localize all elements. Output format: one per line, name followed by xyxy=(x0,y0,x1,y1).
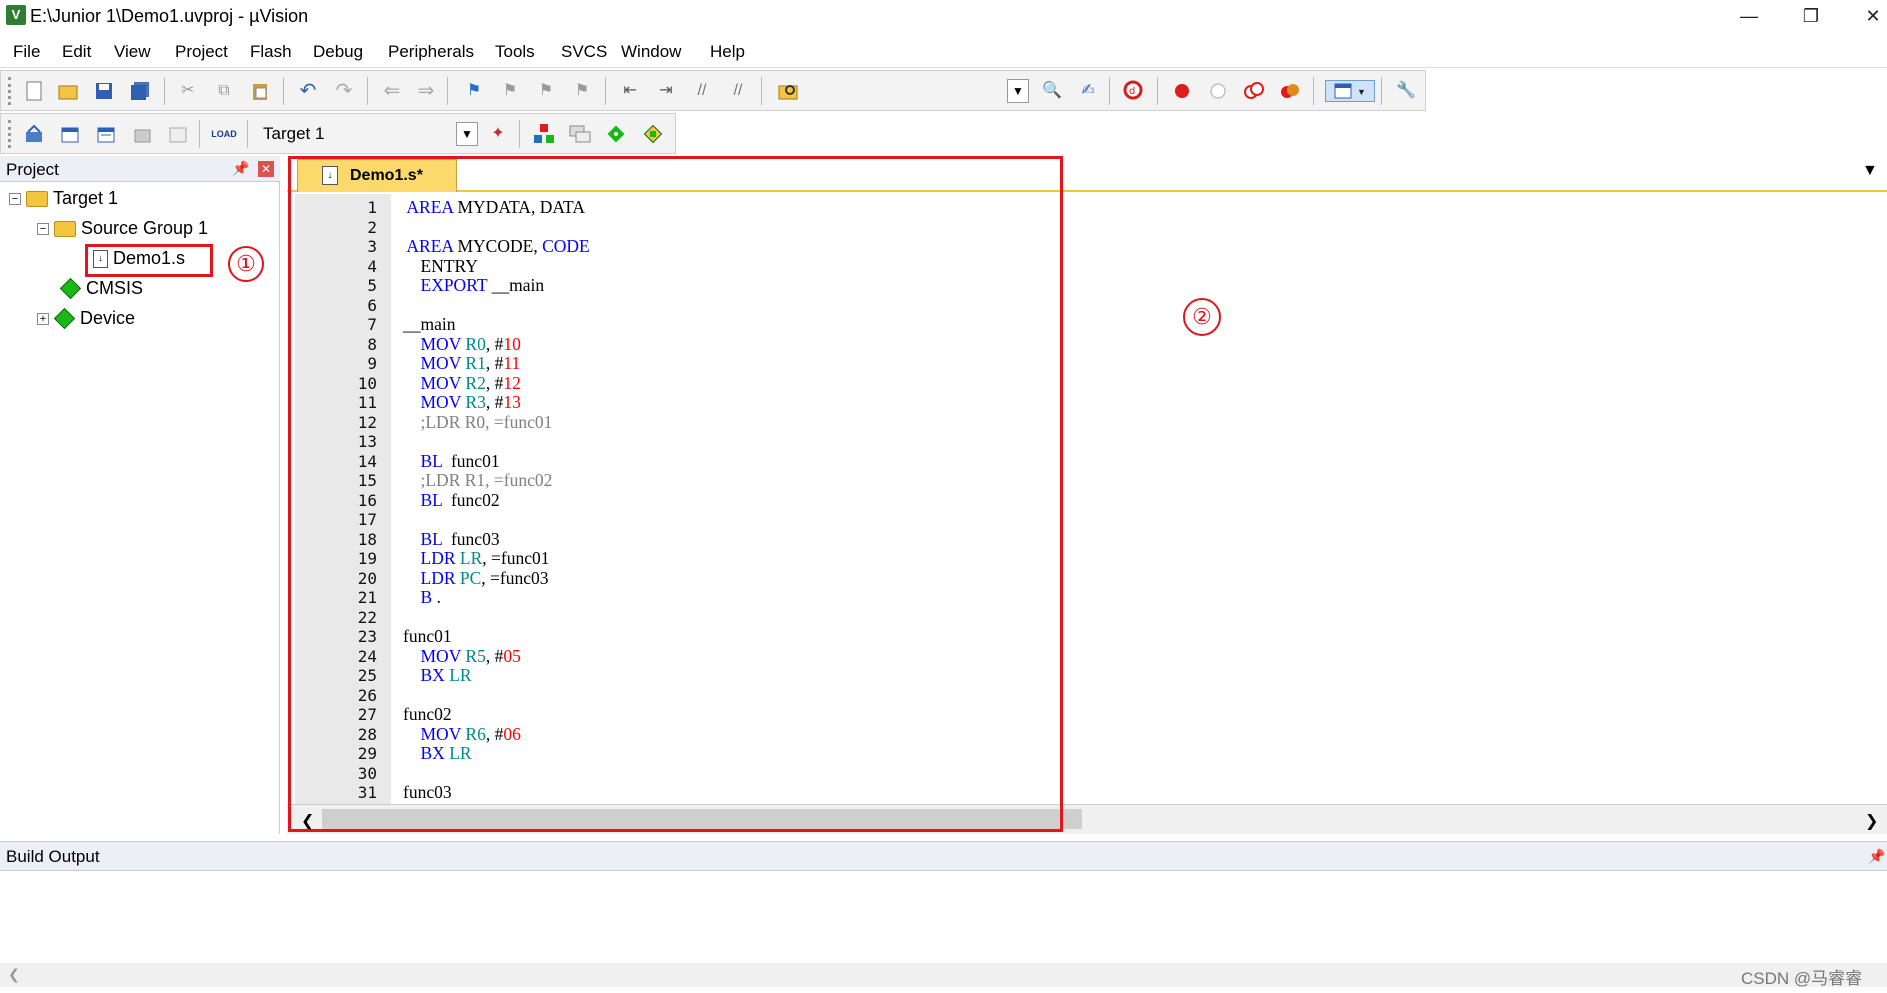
next-bookmark-icon[interactable]: ⚑ xyxy=(535,80,557,102)
manage-rte-icon[interactable] xyxy=(605,123,627,145)
build-toolbar: LOAD Target 1 ▼ ✦ xyxy=(0,113,676,154)
tab-list-dropdown-icon[interactable]: ▼ xyxy=(1862,162,1878,180)
manage-project-items-icon[interactable] xyxy=(569,123,591,145)
annotation-box-2 xyxy=(288,156,1063,832)
title-bar: V E:\Junior 1\Demo1.uvproj - µVision — ❐… xyxy=(0,0,1887,32)
menu-file[interactable]: File xyxy=(13,42,40,62)
expand-icon[interactable]: + xyxy=(37,312,49,325)
project-panel-title: Project xyxy=(6,160,59,179)
svg-text:▼: ▼ xyxy=(1357,87,1366,97)
menu-view[interactable]: View xyxy=(114,42,151,62)
tree-device-label: Device xyxy=(80,308,136,328)
scroll-left-arrow[interactable]: ❮ xyxy=(8,966,20,983)
enable-breakpoint-icon[interactable] xyxy=(1207,80,1229,102)
tree-target-label: Target 1 xyxy=(53,188,119,208)
tree-source-group[interactable]: − Source Group 1 xyxy=(37,218,208,239)
translate-icon[interactable] xyxy=(23,123,45,145)
menu-project[interactable]: Project xyxy=(175,42,228,62)
target-folder-icon xyxy=(26,190,48,207)
folder-icon xyxy=(54,220,76,237)
find-combo-dropdown[interactable]: ▼ xyxy=(1007,79,1029,103)
indent-icon[interactable]: ⇤ xyxy=(619,80,641,102)
target-select-dropdown[interactable]: ▼ xyxy=(456,122,478,146)
menu-svcs[interactable]: SVCS xyxy=(561,42,607,62)
clear-bookmarks-icon[interactable]: ⚑ xyxy=(571,80,593,102)
window-layout-icon[interactable]: ▼ xyxy=(1325,80,1375,102)
batch-build-icon[interactable] xyxy=(131,123,153,145)
svg-text:d: d xyxy=(1129,86,1135,97)
bookmark-icon[interactable]: ⚑ xyxy=(463,80,485,102)
incremental-find-icon[interactable]: ✍ xyxy=(1077,80,1099,102)
menu-debug[interactable]: Debug xyxy=(313,42,363,62)
build-output-header: Build Output 📌 xyxy=(0,841,1887,871)
tree-cmsis[interactable]: CMSIS xyxy=(59,277,144,300)
annotation-number-1: ① xyxy=(228,246,264,282)
menu-peripherals[interactable]: Peripherals xyxy=(388,42,474,62)
menu-edit[interactable]: Edit xyxy=(62,42,91,62)
scroll-right-arrow[interactable]: ❯ xyxy=(1865,811,1878,831)
file-toolbar: ✂ ⧉ ↶ ↷ ⇐ ⇒ ⚑ ⚑ ⚑ ⚑ ⇤ ⇥ // // ▼ 🔍 ✍ d ▼ … xyxy=(0,70,1426,111)
kill-breakpoints-icon[interactable] xyxy=(1279,80,1301,102)
menu-flash[interactable]: Flash xyxy=(250,42,292,62)
comment-icon[interactable]: // xyxy=(691,80,713,102)
previous-bookmark-icon[interactable]: ⚑ xyxy=(499,80,521,102)
navigate-forward-icon[interactable]: ⇒ xyxy=(415,80,437,102)
debug-session-icon[interactable]: d xyxy=(1123,80,1145,102)
build-icon[interactable] xyxy=(59,123,81,145)
close-panel-icon[interactable]: ✕ xyxy=(258,161,274,177)
undo-icon[interactable]: ↶ xyxy=(297,80,319,102)
redo-icon[interactable]: ↷ xyxy=(333,80,355,102)
project-panel-header: Project 📌 ✕ xyxy=(0,156,280,182)
close-button[interactable]: ✕ xyxy=(1850,0,1887,32)
save-all-icon[interactable] xyxy=(129,80,151,102)
menu-tools[interactable]: Tools xyxy=(495,42,535,62)
tree-target[interactable]: − Target 1 xyxy=(9,188,118,209)
open-file-icon[interactable] xyxy=(57,80,79,102)
rte-component-icon xyxy=(59,277,82,300)
rebuild-icon[interactable] xyxy=(95,123,117,145)
target-select[interactable]: Target 1 xyxy=(259,121,479,147)
options-for-target-icon[interactable]: ✦ xyxy=(487,123,509,145)
tree-cmsis-label: CMSIS xyxy=(86,278,144,298)
unindent-icon[interactable]: ⇥ xyxy=(655,80,677,102)
menu-bar: File Edit View Project Flash Debug Perip… xyxy=(0,34,1887,68)
pin-icon[interactable]: 📌 xyxy=(1868,848,1885,865)
toolbar-grip[interactable] xyxy=(8,120,11,148)
disable-breakpoints-icon[interactable] xyxy=(1243,80,1265,102)
download-load-icon[interactable]: LOAD xyxy=(211,123,237,145)
window-title: E:\Junior 1\Demo1.uvproj - µVision xyxy=(30,6,309,26)
insert-breakpoint-icon[interactable] xyxy=(1171,80,1193,102)
annotation-number-2: ② xyxy=(1183,298,1221,336)
uncomment-icon[interactable]: // xyxy=(727,80,749,102)
pack-installer-icon[interactable] xyxy=(641,123,663,145)
find-in-files-icon[interactable] xyxy=(777,80,799,102)
cut-icon[interactable]: ✂ xyxy=(177,80,199,102)
tree-source-group-label: Source Group 1 xyxy=(81,218,209,238)
pin-icon[interactable]: 📌 xyxy=(232,160,249,177)
toolbar-grip[interactable] xyxy=(8,77,11,105)
build-output-panel: Build Output 📌 ❮ CSDN @马睿睿 xyxy=(0,841,1887,993)
stop-build-icon[interactable] xyxy=(167,123,189,145)
build-output-title: Build Output xyxy=(6,847,100,866)
menu-help[interactable]: Help xyxy=(710,42,745,62)
new-file-icon[interactable] xyxy=(23,80,45,102)
save-icon[interactable] xyxy=(93,80,115,102)
paste-icon[interactable] xyxy=(249,80,271,102)
rte-component-icon xyxy=(53,307,76,330)
collapse-icon[interactable]: − xyxy=(37,222,49,235)
collapse-icon[interactable]: − xyxy=(9,192,21,205)
file-extensions-icon[interactable] xyxy=(533,123,555,145)
build-output-horizontal-scrollbar[interactable]: ❮ xyxy=(0,963,1887,987)
navigate-back-icon[interactable]: ⇐ xyxy=(381,80,403,102)
annotation-box-1 xyxy=(85,244,213,277)
menu-window[interactable]: Window xyxy=(621,42,681,62)
configure-icon[interactable]: 🔧 xyxy=(1395,80,1417,102)
restore-button[interactable]: ❐ xyxy=(1788,0,1834,32)
minimize-button[interactable]: — xyxy=(1726,0,1772,32)
find-icon[interactable]: 🔍 xyxy=(1041,80,1063,102)
copy-icon[interactable]: ⧉ xyxy=(213,80,235,102)
uvision-app-icon: V xyxy=(6,5,26,25)
csdn-watermark: CSDN @马睿睿 xyxy=(1741,969,1863,988)
tree-device[interactable]: + Device xyxy=(37,307,136,330)
